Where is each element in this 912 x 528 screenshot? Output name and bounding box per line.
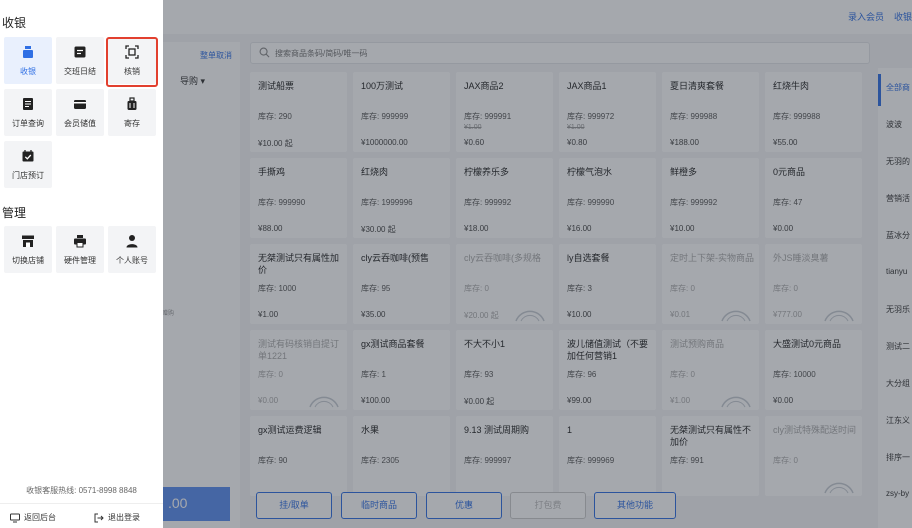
monitor-icon (10, 513, 20, 522)
menu-tile-label: 会员储值 (64, 119, 96, 128)
menu-tile-shift-report[interactable]: 交班日结 (56, 37, 104, 84)
drawer-footer: 返回后台 退出登录 (0, 503, 163, 528)
back-to-admin-button[interactable]: 返回后台 (10, 512, 56, 523)
menu-tile-label: 收银 (20, 67, 36, 76)
menu-tile-label: 寄存 (124, 119, 140, 128)
menu-tile-label: 硬件管理 (64, 256, 96, 265)
cashier-icon (23, 46, 33, 58)
menu-tile-luggage[interactable]: 寄存 (108, 89, 156, 136)
menu-tile-label: 订单查询 (12, 119, 44, 128)
order-list-icon (23, 98, 33, 110)
menu-tile-label: 交班日结 (64, 67, 96, 76)
store-icon (22, 235, 34, 247)
logout-icon (94, 513, 104, 522)
menu-tile-user[interactable]: 个人账号 (108, 226, 156, 273)
luggage-icon (127, 97, 137, 110)
calendar-check-icon (22, 150, 34, 162)
user-icon (126, 235, 138, 248)
logout-button[interactable]: 退出登录 (94, 512, 140, 523)
support-hotline: 收银客服热线: 0571-8998 8848 (26, 486, 137, 495)
shift-report-icon (74, 46, 86, 58)
menu-tile-printer[interactable]: 硬件管理 (56, 226, 104, 273)
menu-tile-store[interactable]: 切换店铺 (4, 226, 52, 273)
menu-tile-member-card[interactable]: 会员储值 (56, 89, 104, 136)
menu-tile-label: 门店预订 (12, 171, 44, 180)
menu-tile-label: 个人账号 (116, 256, 148, 265)
menu-tile-cashier[interactable]: 收银 (4, 37, 52, 84)
member-card-icon (74, 100, 86, 109)
section-title-cashier: 收银 (2, 16, 27, 30)
menu-tile-calendar-check[interactable]: 门店预订 (4, 141, 52, 188)
back-to-admin-label: 返回后台 (24, 513, 56, 522)
section-title-manage: 管理 (2, 206, 27, 220)
menu-tile-label: 切换店铺 (12, 256, 44, 265)
logout-label: 退出登录 (108, 513, 140, 522)
printer-icon (74, 235, 86, 248)
menu-tile-order-list[interactable]: 订单查询 (4, 89, 52, 136)
side-drawer: 收银 收银 交班日结 核销 订单查询 会员储值 寄存 门店预订 管理 切换店铺 硬件管理 个人账… (0, 0, 163, 528)
highlight-frame (106, 37, 158, 87)
